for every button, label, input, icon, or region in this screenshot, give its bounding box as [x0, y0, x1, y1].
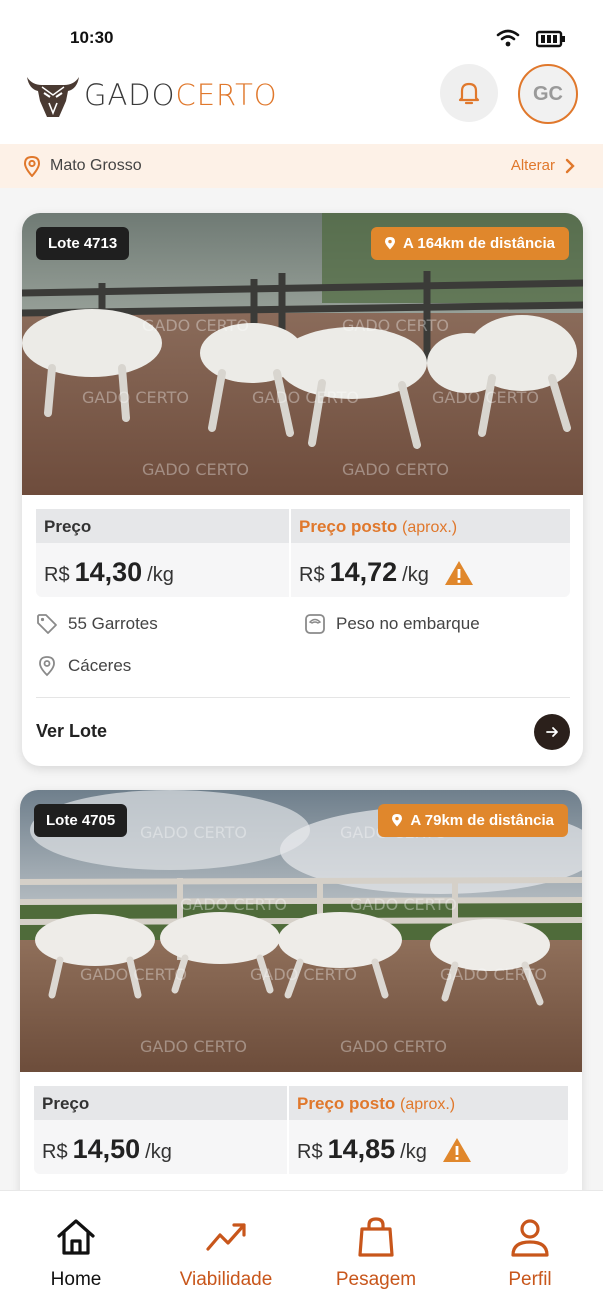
change-location-link[interactable]: Alterar: [511, 157, 575, 174]
svg-text:GADO CERTO: GADO CERTO: [342, 460, 449, 479]
price-value: R$ 14,30 /kg: [44, 557, 174, 587]
svg-text:GADO CERTO: GADO CERTO: [252, 388, 359, 407]
lot-photo: GADO CERTO GADO CERTO GADO CERTO GADO CERT…: [22, 213, 583, 495]
arrow-right-icon: [546, 727, 558, 737]
nav-item-viabilidade[interactable]: Viabilidade: [156, 1215, 296, 1291]
lot-city: Cáceres: [36, 655, 131, 677]
trend-icon: [206, 1223, 246, 1251]
posted-price-header: Preço posto (aprox.): [291, 509, 570, 543]
svg-text:GADO CERTO: GADO CERTO: [340, 1037, 447, 1056]
user-icon: [511, 1219, 549, 1257]
price-table: Preço R$ 14,50 /kg Preço posto (aprox.) …: [34, 1086, 568, 1174]
lot-card[interactable]: GADO CERTO GADO CERTO GADO CERTO GADO CERT…: [20, 790, 582, 1210]
svg-text:GADO CERTO: GADO CERTO: [80, 965, 187, 984]
distance-label: A 164km de distância: [402, 235, 555, 252]
chevron-right-icon: [565, 158, 575, 173]
brand-name: GADOCERTO: [84, 78, 278, 112]
svg-text:GADO CERTO: GADO CERTO: [432, 388, 539, 407]
price-header: Preço: [34, 1086, 287, 1120]
nav-label: Perfil: [508, 1269, 552, 1290]
price-column: Preço R$ 14,30 /kg: [36, 509, 289, 597]
lot-number-badge: Lote 4713: [36, 227, 130, 260]
location-name: Mato Grosso: [50, 157, 142, 174]
location-pin-icon: [23, 155, 41, 177]
scale-icon: [305, 614, 325, 634]
brand-logo: GADOCERTO: [24, 68, 278, 122]
posted-price-value: R$ 14,72 /kg: [291, 543, 570, 602]
svg-text:GADO CERTO: GADO CERTO: [142, 316, 249, 335]
lot-number-badge: Lote 4705: [34, 804, 128, 837]
app-header: GADOCERTO GC: [0, 60, 603, 144]
svg-text:GADO CERTO: GADO CERTO: [342, 316, 449, 335]
svg-text:GADO CERTO: GADO CERTO: [142, 460, 249, 479]
nav-label: Viabilidade: [179, 1269, 273, 1290]
view-lot-button[interactable]: [534, 714, 570, 750]
posted-price-value: R$ 14,85 /kg: [289, 1120, 568, 1179]
bottom-nav: Home Viabilidade Pesagem Perfil: [0, 1190, 603, 1311]
distance-badge: A 164km de distância: [370, 227, 569, 260]
price-value: R$ 14,50 /kg: [42, 1134, 172, 1164]
nav-label: Home: [50, 1269, 102, 1290]
svg-text:GADO CERTO: GADO CERTO: [82, 388, 189, 407]
bull-logo-icon: [27, 77, 79, 117]
status-bar: 10:30: [0, 0, 603, 60]
posted-price-column: Preço posto (aprox.) R$ 14,85 /kg: [289, 1086, 568, 1174]
wifi-icon: [496, 29, 520, 47]
status-time: 10:30: [70, 28, 114, 47]
location-pin-icon: [392, 814, 403, 827]
bell-icon: [458, 82, 480, 105]
avatar[interactable]: GC: [518, 64, 578, 124]
svg-text:GADO CERTO: GADO CERTO: [140, 823, 247, 842]
nav-item-perfil[interactable]: Perfil: [460, 1215, 600, 1291]
svg-text:GADO CERTO: GADO CERTO: [140, 1037, 247, 1056]
home-icon: [57, 1219, 95, 1255]
animal-count: 55 Garrotes: [36, 613, 158, 635]
lot-card[interactable]: GADO CERTO GADO CERTO GADO CERTO GADO CERT…: [22, 213, 583, 766]
warning-icon[interactable]: [442, 1137, 472, 1163]
app-root: 10:30 GADOCERTO GC Mato Grosso Alterar G…: [0, 0, 603, 1311]
posted-price-header: Preço posto (aprox.): [289, 1086, 568, 1120]
nav-item-home[interactable]: Home: [6, 1215, 146, 1291]
change-location-label: Alterar: [510, 157, 555, 174]
price-column: Preço R$ 14,50 /kg: [34, 1086, 287, 1174]
svg-text:GADO CERTO: GADO CERTO: [250, 965, 357, 984]
distance-badge: A 79km de distância: [378, 804, 568, 837]
location-bar: Mato Grosso Alterar: [0, 144, 603, 188]
location-pin-icon: [384, 237, 395, 250]
location-pin-icon: [39, 656, 55, 677]
view-lot-link[interactable]: Ver Lote: [36, 721, 107, 742]
svg-text:GADO CERTO: GADO CERTO: [350, 895, 457, 914]
notifications-button[interactable]: [440, 64, 498, 122]
battery-icon: [536, 30, 565, 48]
tag-icon: [37, 614, 57, 634]
svg-text:GADO CERTO: GADO CERTO: [440, 965, 547, 984]
price-header: Preço: [36, 509, 289, 543]
lot-photo: GADO CERTO GADO CERTO GADO CERTO GADO CERT…: [20, 790, 582, 1072]
distance-label: A 79km de distância: [410, 812, 554, 829]
price-table: Preço R$ 14,30 /kg Preço posto (aprox.) …: [36, 509, 570, 597]
svg-text:GADO CERTO: GADO CERTO: [180, 895, 287, 914]
bag-icon: [358, 1217, 394, 1257]
weight-info: Peso no embarque: [304, 613, 480, 635]
divider: [36, 697, 570, 698]
warning-icon[interactable]: [444, 560, 474, 586]
nav-item-pesagem[interactable]: Pesagem: [306, 1215, 446, 1291]
posted-price-column: Preço posto (aprox.) R$ 14,72 /kg: [291, 509, 570, 597]
nav-label: Pesagem: [335, 1269, 417, 1290]
